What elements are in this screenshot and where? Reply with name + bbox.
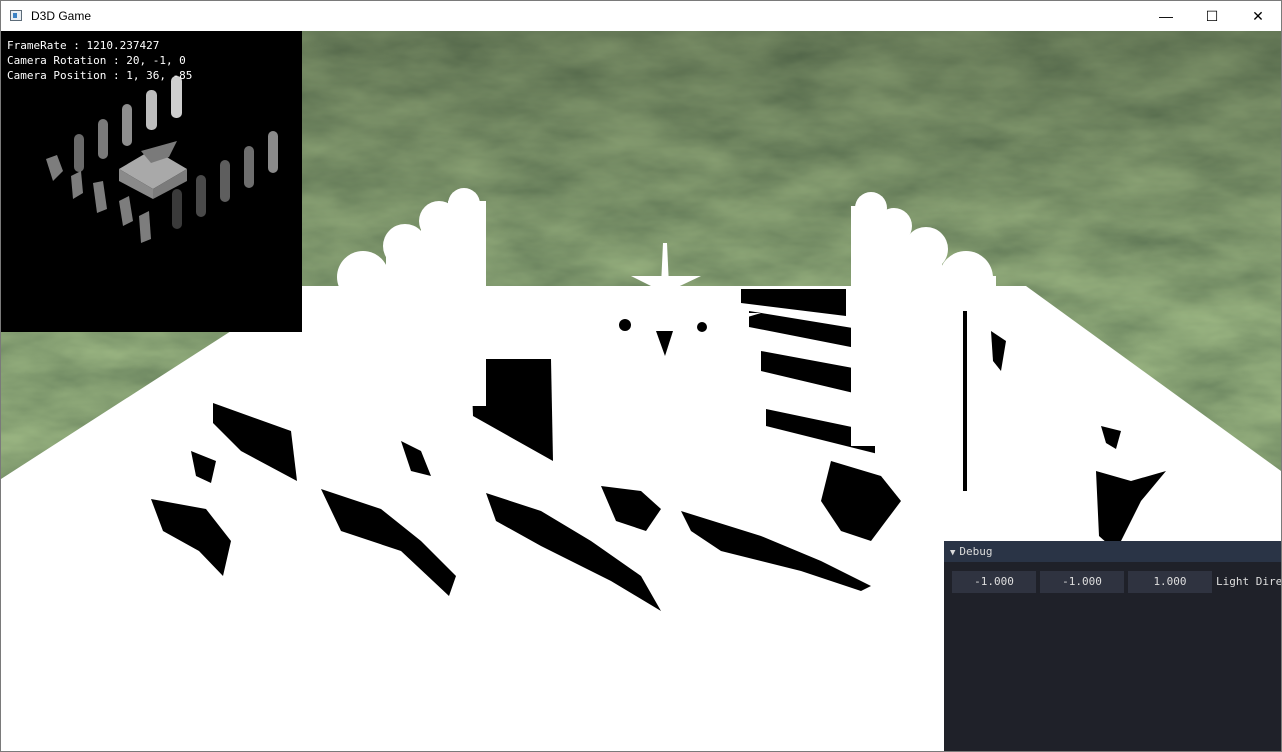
game-window: D3D Game — ☐ ✕ FrameRate: 1210.237427 C… — [0, 0, 1282, 752]
camera-position-text: Camera Position : 1, 36, -85 — [7, 69, 193, 82]
light-direction-label: Light Direction — [1216, 575, 1281, 588]
title-bar[interactable]: D3D Game — ☐ ✕ — [1, 1, 1281, 31]
minimize-button[interactable]: — — [1143, 1, 1189, 31]
light-dir-z-field[interactable]: 1.000 — [1128, 571, 1212, 593]
app-icon — [10, 10, 22, 21]
close-button[interactable]: ✕ — [1235, 1, 1281, 31]
camera-rotation-text: Camera Rotation : 20, -1, 0 — [7, 54, 186, 67]
debug-window[interactable]: ▼ Debug -1.000 -1.000 1.000 Light Directi… — [944, 541, 1281, 751]
window-title: D3D Game — [31, 9, 92, 23]
stats-overlay: FrameRate : 1210.237427 Camera Rotation :… — [7, 38, 192, 83]
light-dir-y-field[interactable]: -1.000 — [1040, 571, 1124, 593]
maximize-button[interactable]: ☐ — [1189, 1, 1235, 31]
framerate-text: FrameRate : 1210.237427 — [7, 39, 160, 52]
light-dir-x-field[interactable]: -1.000 — [952, 571, 1036, 593]
debug-title: Debug — [959, 545, 993, 558]
game-viewport[interactable]: FrameRate : 1210.237427 Camera Rotation :… — [1, 31, 1281, 751]
debug-window-header[interactable]: ▼ Debug — [944, 541, 1281, 562]
collapse-triangle-icon[interactable]: ▼ — [950, 548, 955, 558]
